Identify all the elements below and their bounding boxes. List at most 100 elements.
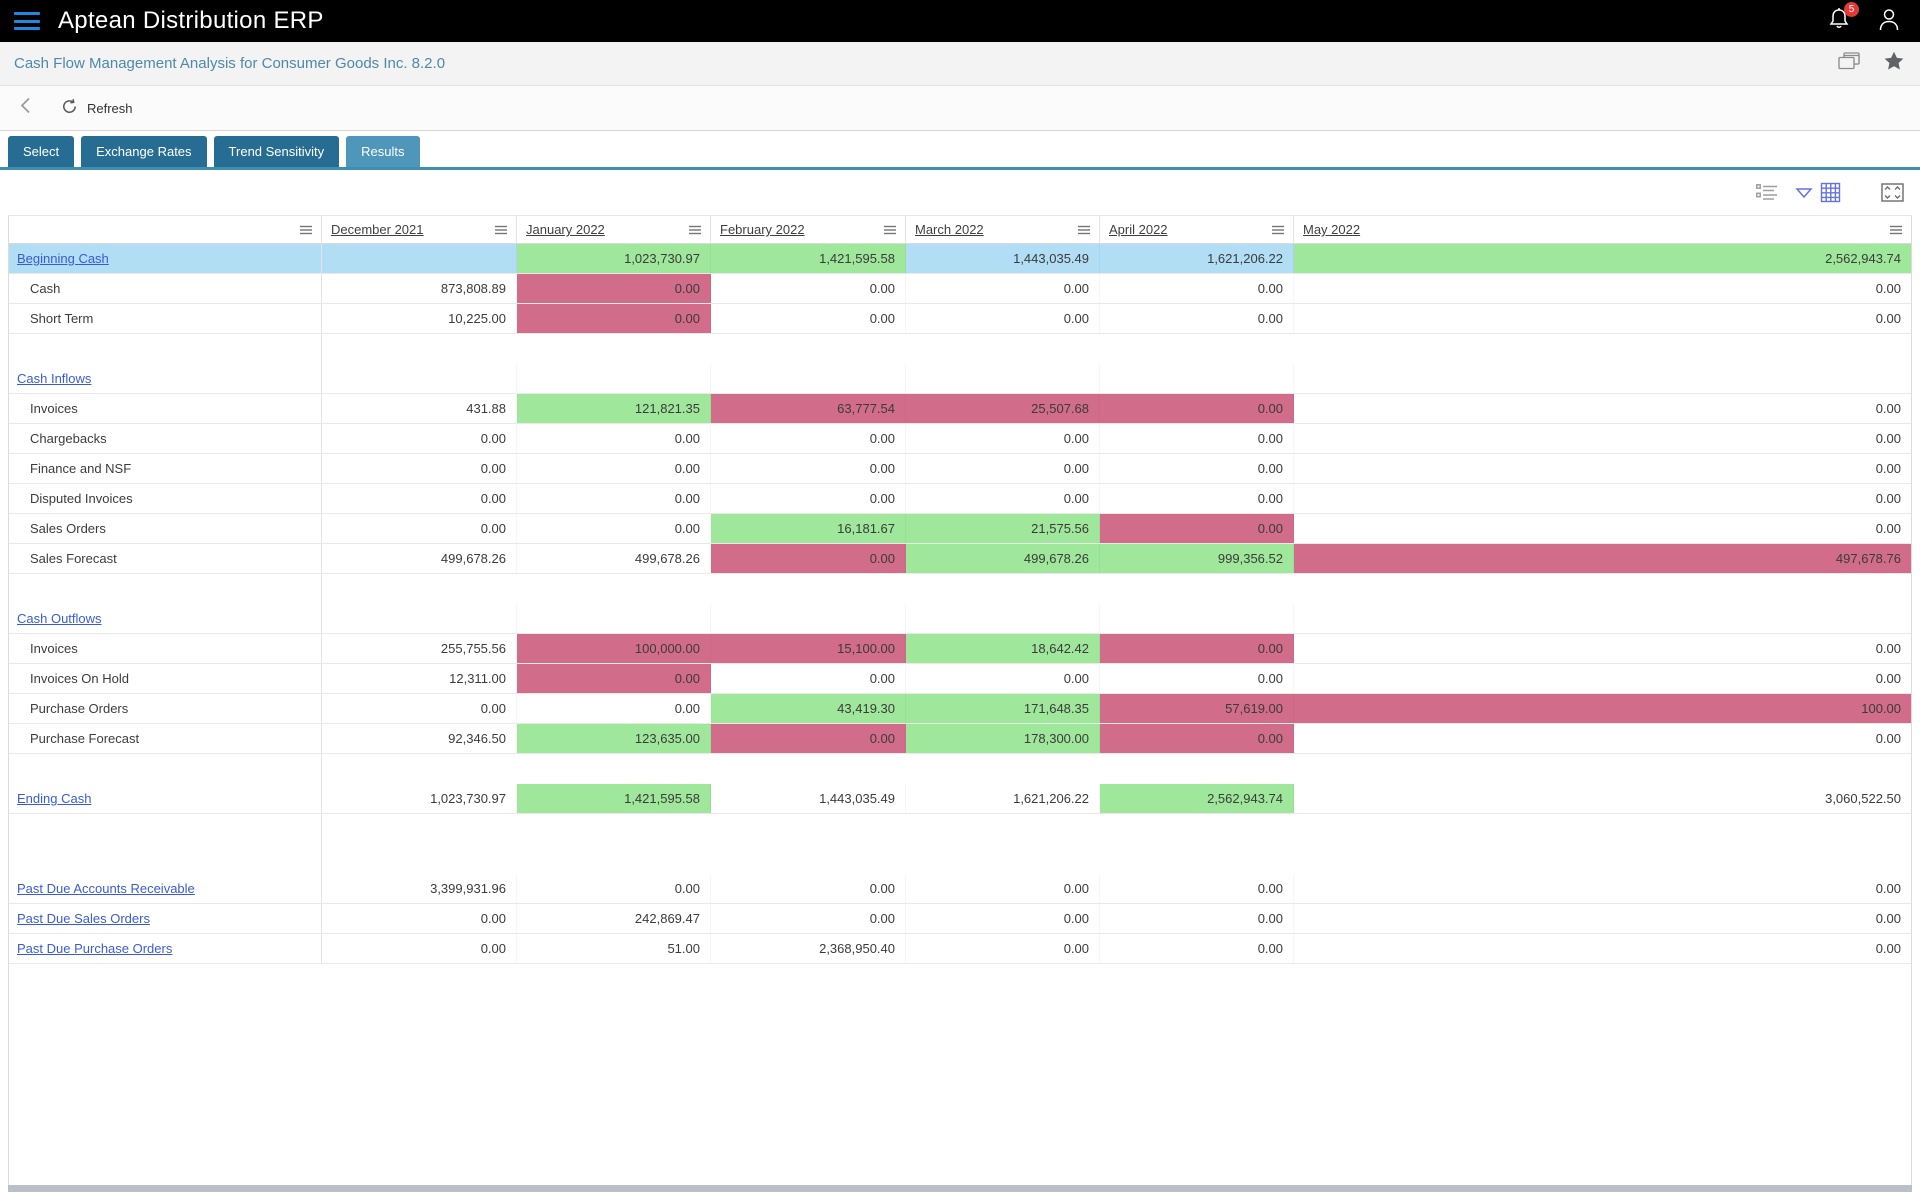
cell: 0.00 <box>1875 941 1901 956</box>
cell: 0.00 <box>711 484 906 513</box>
column-header: April 2022 <box>1100 216 1294 243</box>
row-label: Sales Forecast <box>9 544 322 573</box>
column-header: January 2022 <box>517 216 711 243</box>
cell: 0.00 <box>1875 641 1901 656</box>
cell: 0.00 <box>1875 491 1901 506</box>
column-menu-icon[interactable] <box>1078 224 1090 236</box>
row-label: Finance and NSF <box>9 454 322 483</box>
cell: 1,621,206.22 <box>1100 244 1294 273</box>
row-label <box>9 754 322 784</box>
chevron-left-icon <box>20 97 31 119</box>
cell: 0.00 <box>322 424 517 453</box>
cell: 0.00 <box>711 274 906 303</box>
cell <box>711 604 906 633</box>
cell: 0.00 <box>1100 724 1294 753</box>
cell: 0.00 <box>906 664 1100 693</box>
column-menu-icon[interactable] <box>1272 224 1284 236</box>
row-label[interactable]: Cash Inflows <box>9 364 322 393</box>
cell <box>906 604 1100 633</box>
column-header: May 2022 <box>1294 216 1911 243</box>
column-menu-icon[interactable] <box>495 224 507 236</box>
table-row: Sales Forecast 499,678.26 499,678.26 0.00 49… <box>9 544 1911 574</box>
column-header: March 2022 <box>906 216 1100 243</box>
cell <box>322 604 517 633</box>
bell-icon <box>1828 7 1850 35</box>
tab-select[interactable]: Select <box>8 136 75 167</box>
table-row <box>9 754 1911 784</box>
cell: 0.00 <box>906 934 1100 963</box>
cell: 92,346.50 <box>322 724 517 753</box>
cell: 0.00 <box>517 484 711 513</box>
tab-exchange-rates[interactable]: Exchange Rates <box>81 136 207 167</box>
refresh-button[interactable]: Refresh <box>61 98 133 118</box>
table-body: Beginning Cash 1,023,730.97 1,421,595.58 1,… <box>9 244 1911 964</box>
row-label[interactable]: Past Due Accounts Receivable <box>9 874 322 903</box>
table-row: Finance and NSF 0.00 0.00 0.00 0.00 0.00 0.00 <box>9 454 1911 484</box>
user-profile-button[interactable] <box>1878 7 1900 36</box>
hamburger-menu-icon[interactable] <box>14 12 40 30</box>
notifications-button[interactable]: 5 <box>1828 1 1859 36</box>
windows-icon[interactable] <box>1838 52 1860 75</box>
cell: 1,421,595.58 <box>711 244 906 273</box>
cell: 3,399,931.96 <box>322 874 517 903</box>
column-header-label[interactable]: February 2022 <box>720 222 805 237</box>
row-label[interactable]: Ending Cash <box>9 784 322 813</box>
row-label: Chargebacks <box>9 424 322 453</box>
favorite-star-icon[interactable] <box>1884 51 1904 76</box>
cell: 499,678.26 <box>322 544 517 573</box>
cell: 15,100.00 <box>711 634 906 663</box>
row-label <box>9 574 322 604</box>
grid-view-toolbar <box>0 170 1920 215</box>
breadcrumb-actions <box>1838 51 1904 76</box>
back-button[interactable] <box>20 97 31 119</box>
cell <box>322 364 517 393</box>
cell: 0.00 <box>1100 634 1294 663</box>
cell: 121,821.35 <box>517 394 711 423</box>
column-menu-icon[interactable] <box>300 224 312 236</box>
table-row: Beginning Cash 1,023,730.97 1,421,595.58 1,… <box>9 244 1911 274</box>
column-header-label[interactable]: March 2022 <box>915 222 984 237</box>
row-label: Short Term <box>9 304 322 333</box>
column-menu-icon[interactable] <box>1890 224 1902 236</box>
column-header-label[interactable]: April 2022 <box>1109 222 1168 237</box>
fullscreen-icon[interactable] <box>1881 183 1904 202</box>
row-label: Invoices <box>9 634 322 663</box>
cell: 497,678.76 <box>1294 544 1911 573</box>
row-label: Cash <box>9 274 322 303</box>
cell: 1,443,035.49 <box>711 784 906 813</box>
table-row <box>9 334 1911 364</box>
row-label <box>9 844 322 874</box>
row-label: Invoices On Hold <box>9 664 322 693</box>
tab-trend-sensitivity[interactable]: Trend Sensitivity <box>213 136 340 167</box>
action-toolbar: Refresh <box>0 86 1920 131</box>
row-filler <box>322 754 1911 784</box>
column-menu-icon[interactable] <box>689 224 701 236</box>
row-label[interactable]: Past Due Purchase Orders <box>9 934 322 963</box>
cell: 0.00 <box>906 274 1100 303</box>
column-menu-icon[interactable] <box>884 224 896 236</box>
row-label[interactable]: Past Due Sales Orders <box>9 904 322 933</box>
cell <box>1294 364 1911 393</box>
row-label[interactable]: Beginning Cash <box>9 244 322 273</box>
row-grouping-icon[interactable] <box>1756 184 1778 201</box>
horizontal-scrollbar[interactable] <box>8 1185 1912 1192</box>
cell: 16,181.67 <box>711 514 906 543</box>
chevron-down-icon[interactable] <box>1794 186 1814 200</box>
cell: 1,421,595.58 <box>517 784 711 813</box>
row-label: Purchase Orders <box>9 694 322 723</box>
column-header-label[interactable]: May 2022 <box>1303 222 1360 237</box>
column-header-label[interactable]: January 2022 <box>526 222 605 237</box>
column-header-label[interactable]: December 2021 <box>331 222 424 237</box>
cell: 499,678.26 <box>906 544 1100 573</box>
table-row <box>9 814 1911 844</box>
row-label[interactable]: Cash Outflows <box>9 604 322 633</box>
column-header-rows <box>9 216 322 243</box>
grid-view-icon[interactable] <box>1820 182 1841 203</box>
cell: 0.00 <box>517 694 711 723</box>
cell: 0.00 <box>711 724 906 753</box>
cell: 0.00 <box>1875 911 1901 926</box>
cell: 499,678.26 <box>517 544 711 573</box>
cell: 0.00 <box>711 454 906 483</box>
tab-results[interactable]: Results <box>346 136 420 167</box>
top-app-bar: Aptean Distribution ERP 5 <box>0 0 1920 42</box>
